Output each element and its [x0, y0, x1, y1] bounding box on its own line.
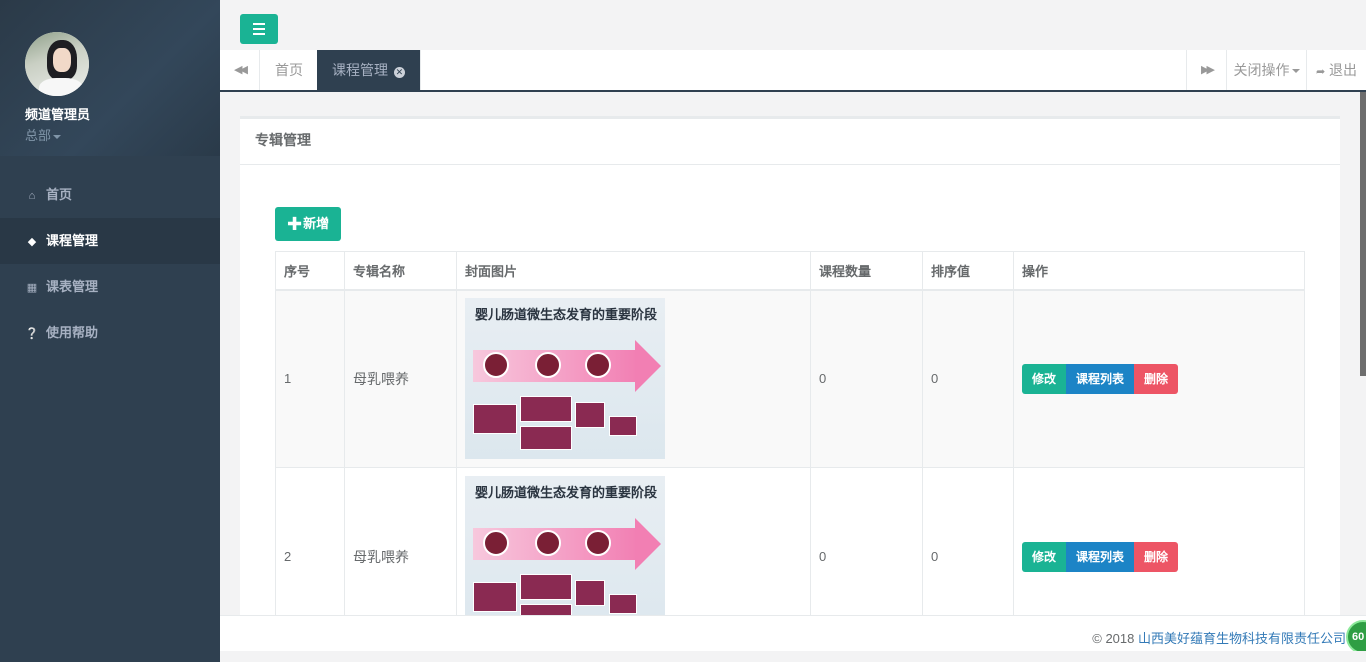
column-header: 封面图片 — [456, 251, 811, 291]
sidebar-item-schedule-management[interactable]: ▦ 课表管理 — [0, 264, 220, 310]
column-header: 课程数量 — [810, 251, 923, 291]
profile-role-dropdown[interactable]: 总部 — [25, 125, 220, 144]
table-row: 1 母乳喂养 婴儿肠道微生态发育的重要阶段 0 0 修改 课程列表 删除 — [275, 289, 1305, 468]
footer: © 2018 山西美好蕴育生物科技有限责任公司 60 — [220, 615, 1366, 654]
sign-out-icon: ➦ — [1315, 66, 1326, 78]
logout-button[interactable]: ➦ 退出 — [1306, 50, 1366, 90]
sidebar-nav: ⌂ 首页 ◆ 课程管理 ▦ 课表管理 ❔ 使用帮助 — [0, 172, 220, 356]
column-header: 序号 — [275, 251, 345, 291]
course-list-button[interactable]: 课程列表 — [1066, 541, 1135, 572]
profile-role-label: 总部 — [25, 128, 52, 143]
main-content: 专辑管理 ✚新增 序号 专辑名称 封面图片 课程数量 排序值 操作 1 母乳喂养… — [220, 92, 1360, 615]
column-header: 排序值 — [922, 251, 1014, 291]
row-index: 2 — [275, 467, 345, 615]
sort-value: 0 — [922, 467, 1014, 615]
course-count: 0 — [810, 289, 923, 468]
album-name: 母乳喂养 — [344, 289, 457, 468]
caret-down-icon — [53, 134, 62, 139]
delete-button[interactable]: 删除 — [1134, 541, 1179, 572]
column-header: 专辑名称 — [344, 251, 457, 291]
panel-body: ✚新增 序号 专辑名称 封面图片 课程数量 排序值 操作 1 母乳喂养 婴儿肠道… — [240, 165, 1340, 615]
sort-value: 0 — [922, 289, 1014, 468]
cover-image: 婴儿肠道微生态发育的重要阶段 — [465, 476, 665, 615]
close-tab-icon[interactable]: ✕ — [393, 67, 405, 78]
sidebar-item-help[interactable]: ❔ 使用帮助 — [0, 310, 220, 356]
cover-cell: 婴儿肠道微生态发育的重要阶段 — [456, 467, 811, 615]
tab-label: 课程管理 — [332, 62, 388, 78]
table-row: 2 母乳喂养 婴儿肠道微生态发育的重要阶段 0 0 修改 课程列表 删除 — [275, 467, 1305, 615]
logout-label: 退出 — [1329, 62, 1358, 78]
avatar[interactable] — [25, 32, 89, 96]
edit-button[interactable]: 修改 — [1022, 541, 1067, 572]
album-name: 母乳喂养 — [344, 467, 457, 615]
floating-badge[interactable]: 60 — [1346, 620, 1366, 654]
tabs-bar: ◀◀ 首页 课程管理 ✕ ▶▶ 关闭操作 ➦ 退出 — [220, 50, 1366, 92]
menu-toggle-button[interactable] — [240, 14, 278, 44]
tabs-scroll-left-button[interactable]: ◀◀ — [220, 50, 260, 90]
close-operations-label: 关闭操作 — [1233, 62, 1290, 78]
album-table: 序号 专辑名称 封面图片 课程数量 排序值 操作 1 母乳喂养 婴儿肠道微生态发… — [275, 251, 1305, 615]
edit-button[interactable]: 修改 — [1022, 363, 1067, 394]
cover-cell: 婴儿肠道微生态发育的重要阶段 — [456, 289, 811, 468]
close-operations-dropdown[interactable]: 关闭操作 — [1226, 50, 1306, 90]
tab-label: 首页 — [275, 62, 303, 78]
course-count: 0 — [810, 467, 923, 615]
cover-image: 婴儿肠道微生态发育的重要阶段 — [465, 298, 665, 460]
top-bar — [220, 0, 1366, 50]
bottom-strip — [220, 651, 1366, 662]
actions-cell: 修改 课程列表 删除 — [1013, 289, 1305, 468]
tab-home[interactable]: 首页 — [260, 50, 319, 90]
add-label: 新增 — [303, 216, 330, 231]
copyright: © 2018 山西美好蕴育生物科技有限责任公司 — [1092, 628, 1346, 647]
profile-panel: 频道管理员 总部 — [0, 0, 220, 156]
profile-name: 频道管理员 — [25, 107, 91, 122]
tag-icon: ◆ — [27, 236, 37, 248]
home-icon: ⌂ — [28, 190, 36, 202]
column-header: 操作 — [1013, 251, 1305, 291]
sidebar-item-course-management[interactable]: ◆ 课程管理 — [0, 218, 220, 264]
actions-cell: 修改 课程列表 删除 — [1013, 467, 1305, 615]
calendar-icon: ▦ — [26, 282, 38, 294]
table-header-row: 序号 专辑名称 封面图片 课程数量 排序值 操作 — [275, 251, 1305, 291]
sidebar-item-label: 课程管理 — [46, 233, 99, 248]
question-circle-icon: ❔ — [25, 328, 39, 340]
tab-course-management[interactable]: 课程管理 ✕ — [317, 50, 421, 90]
company-link[interactable]: 山西美好蕴育生物科技有限责任公司 — [1138, 631, 1346, 646]
sidebar-item-label: 使用帮助 — [46, 325, 99, 340]
copyright-prefix: © 2018 — [1092, 631, 1138, 646]
tabs-scroll-right-button[interactable]: ▶▶ — [1186, 50, 1226, 90]
panel-title: 专辑管理 — [240, 119, 1340, 165]
delete-button[interactable]: 删除 — [1134, 363, 1179, 394]
album-panel: 专辑管理 ✚新增 序号 专辑名称 封面图片 课程数量 排序值 操作 1 母乳喂养… — [240, 116, 1340, 615]
caret-down-icon — [1291, 69, 1300, 74]
row-index: 1 — [275, 289, 345, 468]
course-list-button[interactable]: 课程列表 — [1066, 363, 1135, 394]
sidebar: 频道管理员 总部 ⌂ 首页 ◆ 课程管理 ▦ 课表管理 ❔ 使用帮助 — [0, 0, 220, 662]
scrollbar-thumb[interactable] — [1360, 92, 1366, 376]
sidebar-item-home[interactable]: ⌂ 首页 — [0, 172, 220, 218]
content-scrollbar[interactable] — [1360, 92, 1366, 615]
cover-image-title: 婴儿肠道微生态发育的重要阶段 — [475, 307, 658, 323]
plus-icon: ✚ — [287, 214, 303, 234]
cover-image-title: 婴儿肠道微生态发育的重要阶段 — [475, 485, 658, 500]
hamburger-icon — [253, 23, 265, 25]
add-album-button[interactable]: ✚新增 — [275, 207, 342, 241]
sidebar-item-label: 课表管理 — [46, 279, 99, 294]
sidebar-item-label: 首页 — [46, 187, 73, 202]
